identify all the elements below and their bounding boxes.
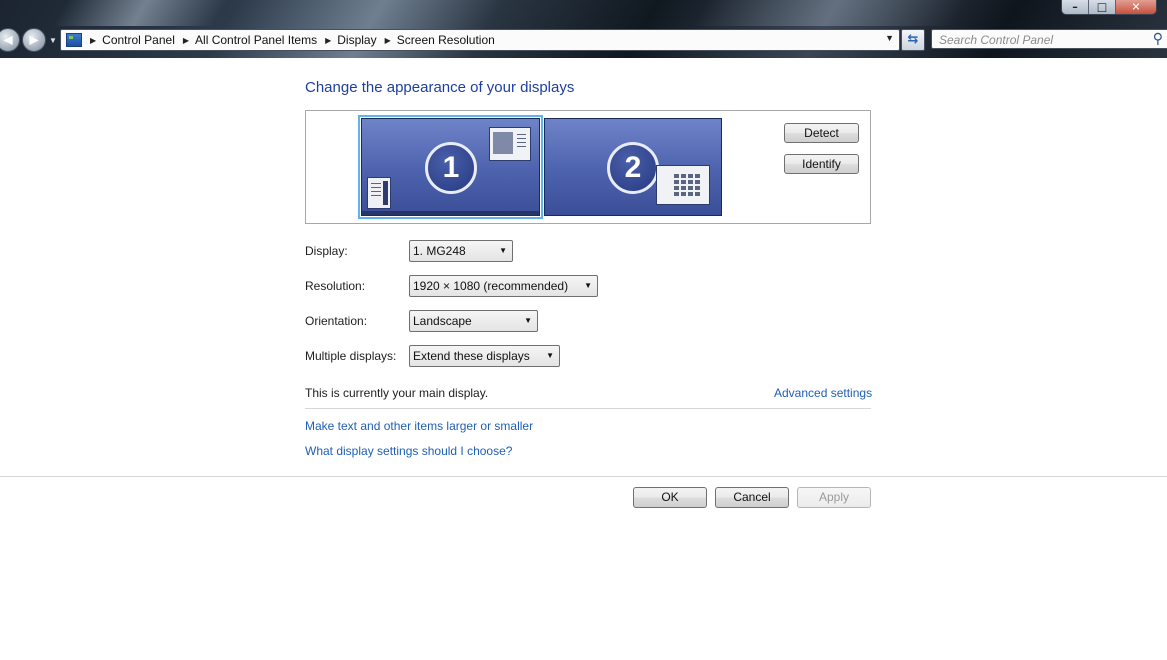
titlebar-glare bbox=[692, 0, 968, 26]
text-size-link[interactable]: Make text and other items larger or smal… bbox=[305, 419, 533, 433]
identify-button[interactable]: Identify bbox=[784, 154, 859, 174]
chevron-down-icon: ▼ bbox=[546, 351, 554, 360]
titlebar-glare bbox=[52, 0, 228, 26]
display-select[interactable]: 1. MG248 ▼ bbox=[409, 240, 513, 262]
forward-button[interactable]: ▶ bbox=[22, 28, 46, 52]
apply-button[interactable]: Apply bbox=[797, 487, 871, 508]
chevron-down-icon: ▼ bbox=[584, 281, 592, 290]
maximize-button[interactable]: □ bbox=[1089, 0, 1116, 14]
taskbar-thumbnail bbox=[362, 211, 539, 215]
resolution-label: Resolution: bbox=[305, 279, 366, 293]
section-divider bbox=[305, 408, 871, 409]
close-button[interactable]: ✕ bbox=[1116, 0, 1156, 14]
back-button[interactable]: ◀ bbox=[0, 28, 20, 52]
cancel-button[interactable]: Cancel bbox=[715, 487, 789, 508]
forward-arrow-icon: ▶ bbox=[29, 32, 39, 47]
page-title: Change the appearance of your displays bbox=[305, 79, 575, 96]
address-bar[interactable]: ▶ Control Panel ▶ All Control Panel Item… bbox=[60, 29, 900, 51]
multiple-displays-label: Multiple displays: bbox=[305, 349, 397, 363]
window-thumbnail-icon bbox=[656, 165, 710, 205]
refresh-icon: ⇆ bbox=[907, 32, 919, 47]
display-label: Display: bbox=[305, 244, 348, 258]
monitor-number: 1 bbox=[425, 142, 477, 194]
address-dropdown-icon[interactable]: ▼ bbox=[885, 33, 894, 43]
orientation-select-value: Landscape bbox=[413, 314, 472, 328]
breadcrumb-control-panel[interactable]: Control Panel bbox=[102, 33, 175, 47]
footer-divider bbox=[0, 476, 1167, 477]
multiple-displays-select-value: Extend these displays bbox=[413, 349, 530, 363]
monitor-1[interactable]: 1 bbox=[358, 115, 543, 219]
detect-button[interactable]: Detect bbox=[784, 123, 859, 143]
multiple-displays-select[interactable]: Extend these displays ▼ bbox=[409, 345, 560, 367]
advanced-settings-link[interactable]: Advanced settings bbox=[774, 386, 872, 400]
monitor-arrangement-panel: 1 2 Detect Identify bbox=[305, 110, 871, 224]
resolution-select-value: 1920 × 1080 (recommended) bbox=[413, 279, 569, 293]
main-display-status: This is currently your main display. bbox=[305, 386, 489, 400]
window-controls: – □ ✕ bbox=[1061, 0, 1157, 15]
start-menu-thumbnail-icon bbox=[367, 177, 391, 209]
search-icon[interactable]: ⚲ bbox=[1153, 31, 1163, 47]
breadcrumb-display[interactable]: Display bbox=[337, 33, 376, 47]
orientation-select[interactable]: Landscape ▼ bbox=[409, 310, 538, 332]
window-titlebar: – □ ✕ ◀ ▶ ▼ ▶ Control Panel ▶ All Contro… bbox=[0, 0, 1167, 58]
monitor-2[interactable]: 2 bbox=[544, 118, 722, 216]
breadcrumb-arrow-icon[interactable]: ▶ bbox=[385, 36, 391, 45]
minimize-button[interactable]: – bbox=[1062, 0, 1089, 14]
window-thumbnail-icon bbox=[489, 127, 531, 161]
ok-button[interactable]: OK bbox=[633, 487, 707, 508]
monitor-number: 2 bbox=[607, 142, 659, 194]
back-arrow-icon: ◀ bbox=[3, 32, 13, 47]
display-select-value: 1. MG248 bbox=[413, 244, 466, 258]
chevron-down-icon: ▼ bbox=[524, 316, 532, 325]
orientation-label: Orientation: bbox=[305, 314, 368, 328]
breadcrumb-arrow-icon[interactable]: ▶ bbox=[183, 36, 189, 45]
resolution-select[interactable]: 1920 × 1080 (recommended) ▼ bbox=[409, 275, 598, 297]
refresh-button[interactable]: ⇆ bbox=[901, 29, 925, 51]
display-help-link[interactable]: What display settings should I choose? bbox=[305, 444, 512, 458]
control-panel-icon bbox=[66, 33, 82, 47]
breadcrumb-all-items[interactable]: All Control Panel Items bbox=[195, 33, 317, 47]
breadcrumb-arrow-icon[interactable]: ▶ bbox=[90, 36, 96, 45]
breadcrumb-arrow-icon[interactable]: ▶ bbox=[325, 36, 331, 45]
search-placeholder: Search Control Panel bbox=[939, 33, 1054, 47]
recent-pages-dropdown-icon[interactable]: ▼ bbox=[49, 36, 57, 45]
breadcrumb-screen-resolution[interactable]: Screen Resolution bbox=[397, 33, 495, 47]
search-input[interactable]: Search Control Panel ⚲ bbox=[931, 29, 1167, 49]
chevron-down-icon: ▼ bbox=[499, 246, 507, 255]
